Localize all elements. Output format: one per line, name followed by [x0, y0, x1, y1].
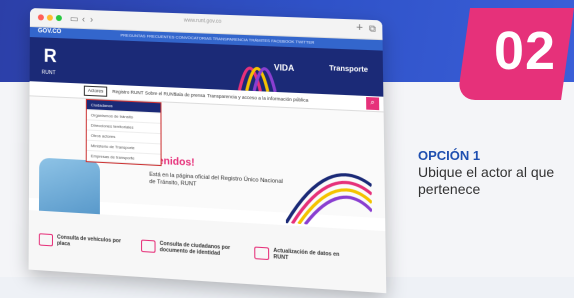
hero-stripes-graphic	[285, 160, 372, 228]
runt-logo-text: RUNT	[41, 69, 56, 77]
minimize-dot-icon[interactable]	[46, 14, 53, 21]
vehicle-icon	[38, 233, 54, 247]
forward-icon[interactable]: ›	[90, 14, 93, 24]
transporte-logo: Transporte	[329, 65, 369, 75]
close-dot-icon[interactable]	[37, 14, 44, 21]
maximize-dot-icon[interactable]	[55, 14, 62, 22]
card-actualizacion[interactable]: Actualización de datos en RUNT	[273, 248, 348, 265]
nav-sobre-runt[interactable]: Sobre el RUNT	[145, 90, 176, 97]
step-number: 02	[494, 21, 557, 81]
card-ciudadanos[interactable]: Consulta de ciudadanos por documento de …	[160, 241, 233, 258]
option-title: OPCIÓN 1	[418, 148, 481, 163]
browser-window: ▭ ‹ › www.runt.gov.co + ⧉ GOV.CO PREGUNT…	[28, 8, 387, 294]
id-card-icon	[141, 239, 156, 253]
search-icon[interactable]: ⌕	[366, 96, 380, 111]
vida-logo: VIDA	[273, 62, 295, 74]
laptop-screen: ▭ ‹ › www.runt.gov.co + ⧉ GOV.CO PREGUNT…	[28, 8, 400, 298]
option-description: Ubique el actor al que pertenece	[418, 164, 555, 197]
nav-actores[interactable]: Actores	[83, 85, 108, 97]
url-bar[interactable]: www.runt.gov.co	[172, 17, 234, 29]
nav-transparencia[interactable]: Transparencia y acceso a la información …	[207, 93, 308, 103]
gov-logo[interactable]: GOV.CO	[38, 28, 61, 35]
actores-dropdown: Ciudadanos Organismos de tránsito Direcc…	[85, 98, 162, 167]
back-icon[interactable]: ‹	[82, 14, 85, 24]
card-vehiculos[interactable]: Consulta de vehículos por placa	[57, 234, 122, 250]
tabs-icon[interactable]: ⧉	[369, 23, 376, 35]
document-icon	[254, 246, 270, 261]
runt-logo[interactable]: R	[44, 46, 57, 68]
new-tab-icon[interactable]: +	[356, 22, 363, 35]
sidebar-icon[interactable]: ▭	[70, 13, 79, 24]
nav-sala-prensa[interactable]: Sala de prensa	[174, 92, 205, 99]
nav-registro-runt[interactable]: Registro RUNT	[112, 89, 143, 95]
